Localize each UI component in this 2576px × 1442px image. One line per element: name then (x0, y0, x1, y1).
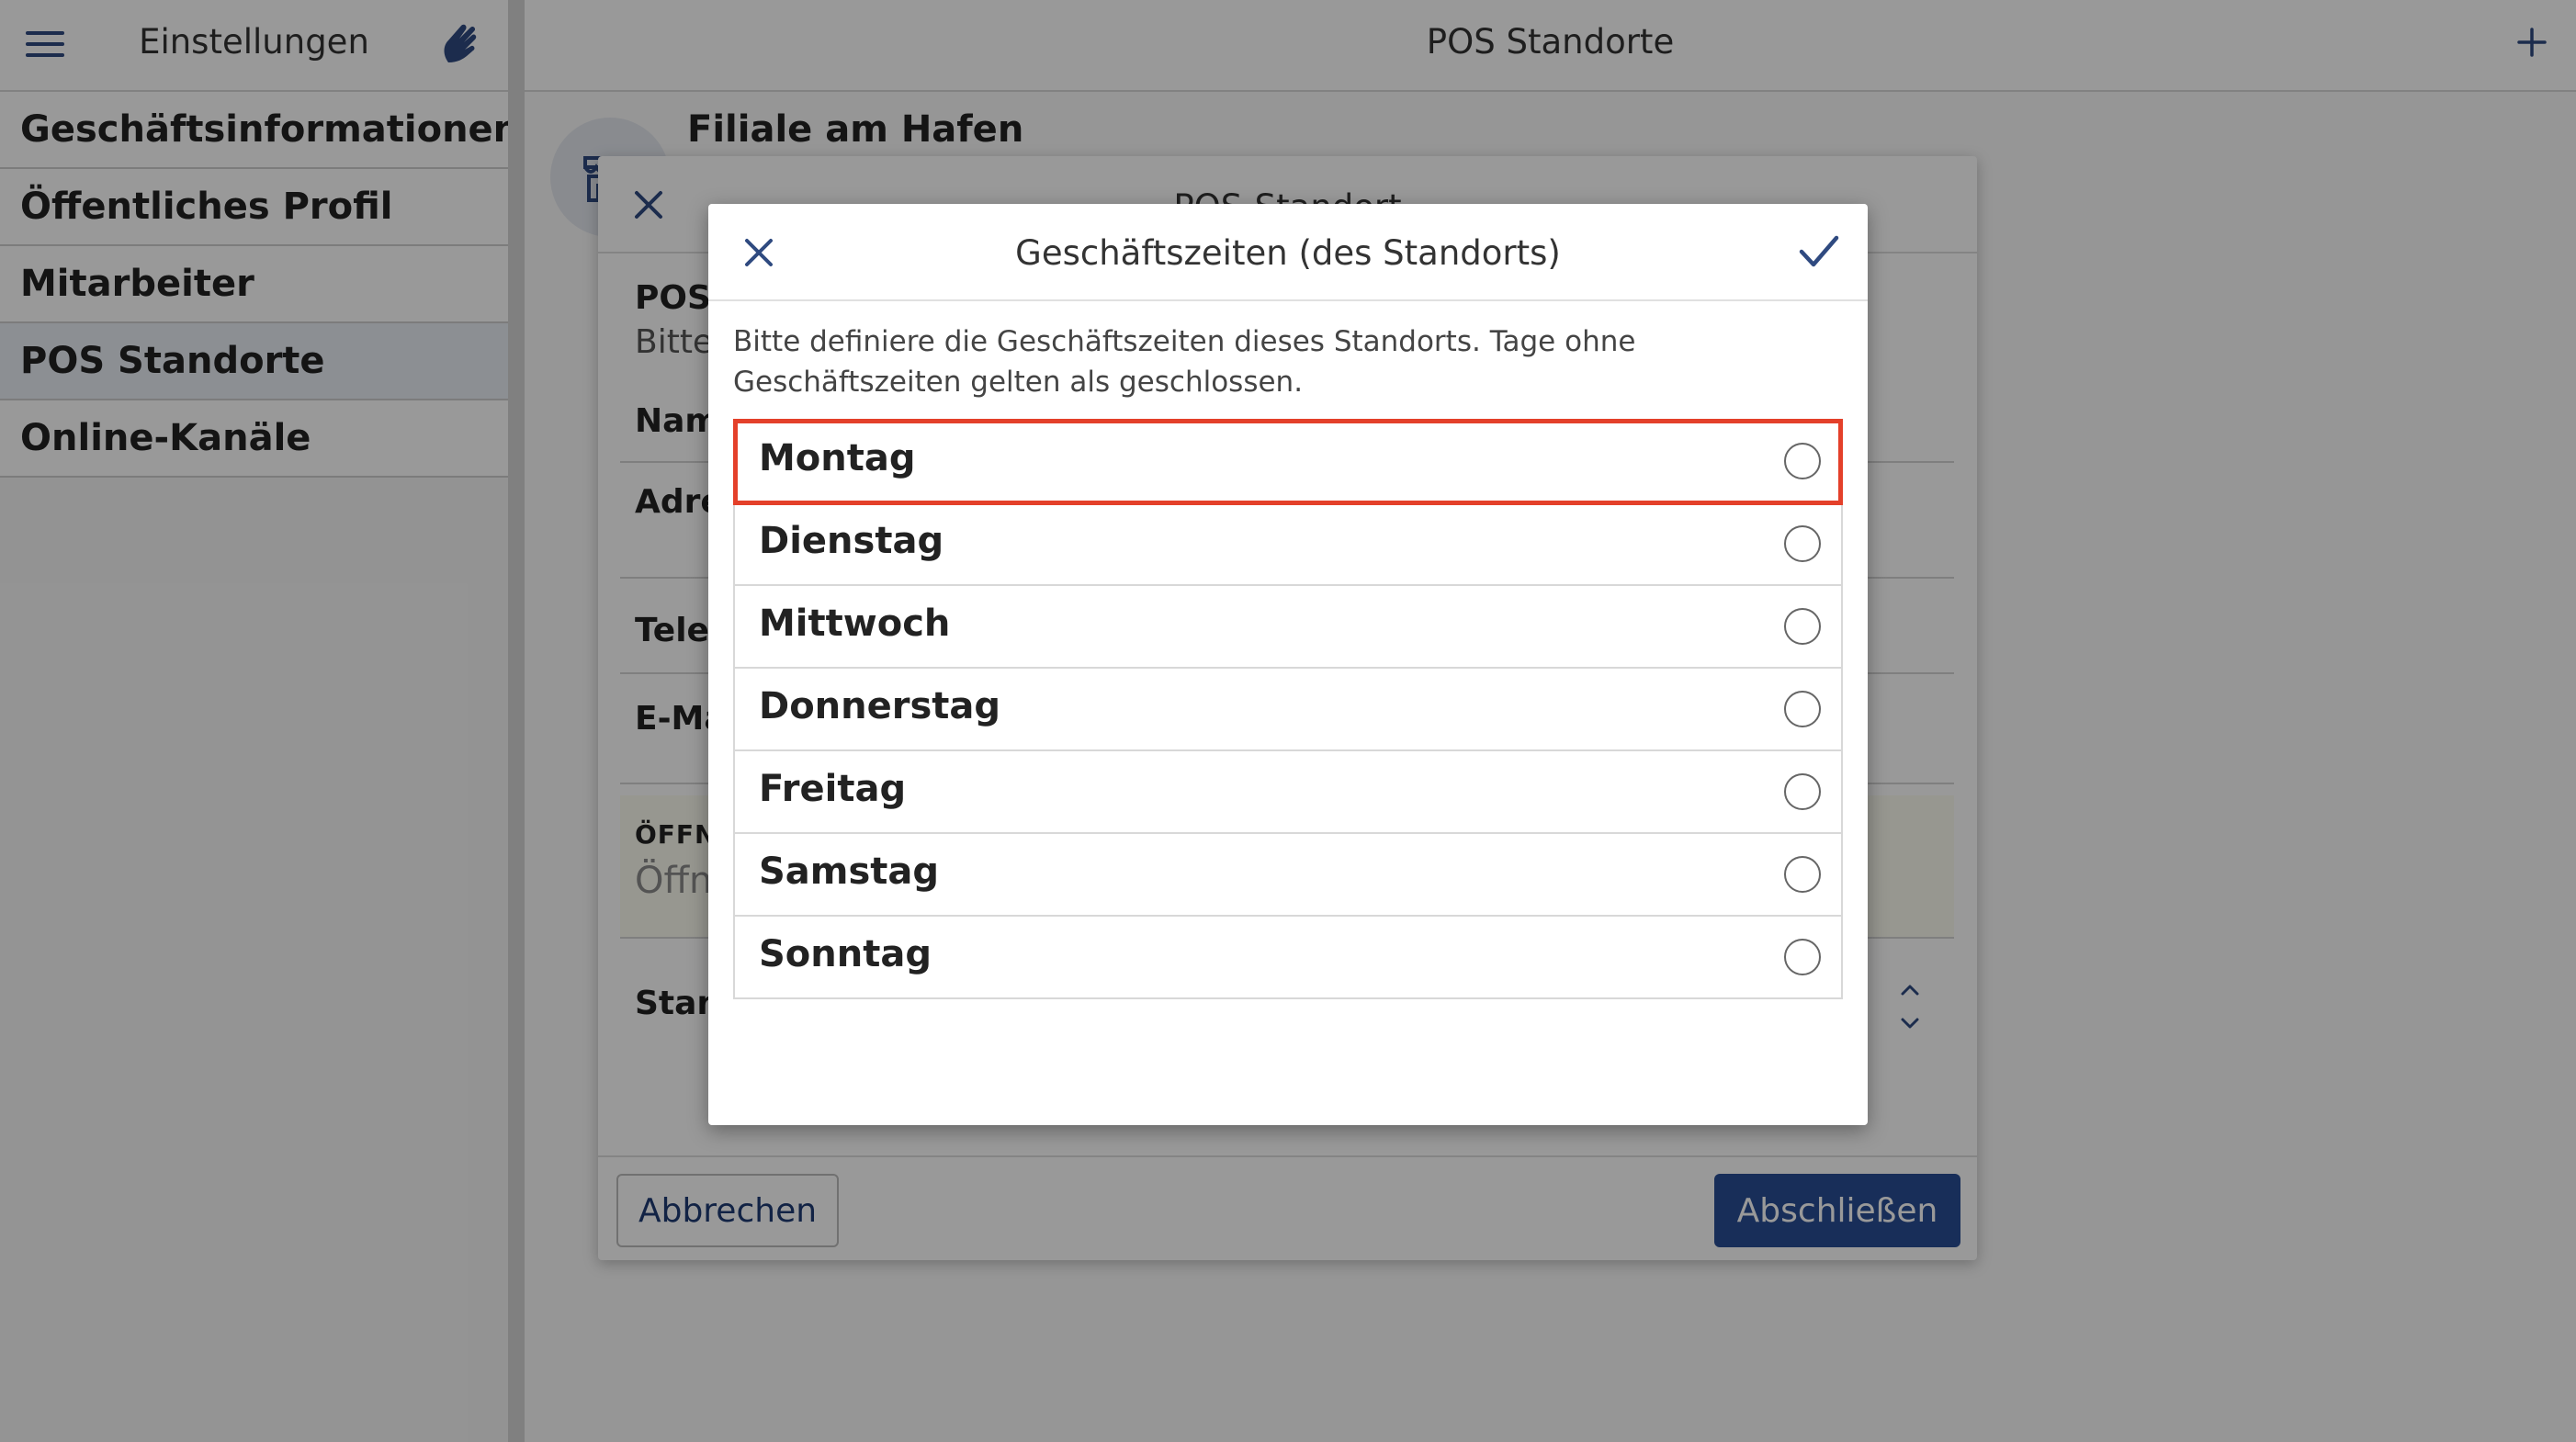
checkmark-icon[interactable] (1798, 233, 1840, 270)
radio-button[interactable] (1784, 856, 1821, 893)
list-item-sonntag[interactable]: Sonntag (735, 917, 1841, 999)
radio-button[interactable] (1784, 608, 1821, 645)
radio-button[interactable] (1784, 443, 1821, 479)
radio-button[interactable] (1784, 939, 1821, 975)
business-hours-dialog: Geschäftszeiten (des Standorts) Bitte de… (708, 204, 1868, 1125)
hours-info-text: Bitte definiere die Geschäftszeiten dies… (733, 325, 1636, 399)
day-label: Freitag (759, 768, 907, 810)
radio-button[interactable] (1784, 773, 1821, 810)
day-label: Mittwoch (759, 603, 951, 645)
weekday-list: Montag Dienstag Mittwoch Donnerstag Frei… (733, 419, 1843, 999)
radio-button[interactable] (1784, 525, 1821, 562)
day-label: Samstag (759, 851, 940, 893)
day-label: Sonntag (759, 933, 932, 975)
app-root: Einstellungen Geschäftsinformationen Öff… (0, 0, 2576, 1442)
day-label: Donnerstag (759, 685, 1001, 727)
hours-dialog-title: Geschäftszeiten (des Standorts) (1015, 233, 1561, 273)
list-item-mittwoch[interactable]: Mittwoch (735, 586, 1841, 669)
list-item-dienstag[interactable]: Dienstag (735, 503, 1841, 586)
list-item-freitag[interactable]: Freitag (735, 751, 1841, 834)
day-label: Dienstag (759, 520, 944, 562)
radio-button[interactable] (1784, 691, 1821, 727)
list-item-samstag[interactable]: Samstag (735, 834, 1841, 917)
list-item-montag[interactable]: Montag (733, 419, 1843, 505)
list-item-donnerstag[interactable]: Donnerstag (735, 669, 1841, 751)
hours-dialog-header: Geschäftszeiten (des Standorts) (708, 204, 1868, 301)
day-label: Montag (759, 437, 916, 479)
